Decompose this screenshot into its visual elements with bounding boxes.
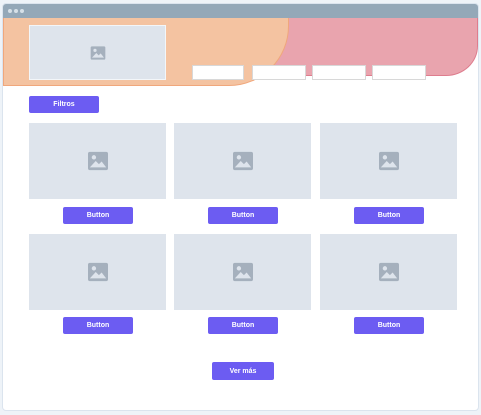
card-button[interactable]: Button xyxy=(63,317,133,334)
card-button[interactable]: Button xyxy=(354,317,424,334)
card-image xyxy=(29,234,166,310)
card-image xyxy=(174,234,311,310)
card-image xyxy=(29,123,166,199)
card-image xyxy=(320,123,457,199)
image-placeholder-icon xyxy=(378,151,399,171)
window-dot-icon xyxy=(8,9,12,13)
image-placeholder-icon xyxy=(87,262,108,282)
image-placeholder-icon xyxy=(232,262,253,282)
image-placeholder-icon xyxy=(232,151,253,171)
image-placeholder-icon xyxy=(90,45,105,60)
nav-tab-1[interactable] xyxy=(192,65,244,80)
hero-image xyxy=(29,25,166,80)
image-placeholder-icon xyxy=(378,262,399,282)
image-placeholder-icon xyxy=(87,151,108,171)
filters-button[interactable]: Filtros xyxy=(29,96,99,113)
nav-tab-2[interactable] xyxy=(252,65,306,80)
nav-tab-4[interactable] xyxy=(372,65,426,80)
card-button[interactable]: Button xyxy=(63,207,133,224)
card-button[interactable]: Button xyxy=(208,207,278,224)
nav-tab-3[interactable] xyxy=(312,65,366,80)
load-more-button[interactable]: Ver más xyxy=(212,362,274,380)
card-image xyxy=(320,234,457,310)
browser-window: Filtros Button Button Button Button Butt… xyxy=(2,3,479,411)
card-image xyxy=(174,123,311,199)
window-dot-icon xyxy=(14,9,18,13)
card-button[interactable]: Button xyxy=(354,207,424,224)
window-titlebar xyxy=(3,4,478,18)
window-dot-icon xyxy=(20,9,24,13)
card-button[interactable]: Button xyxy=(208,317,278,334)
